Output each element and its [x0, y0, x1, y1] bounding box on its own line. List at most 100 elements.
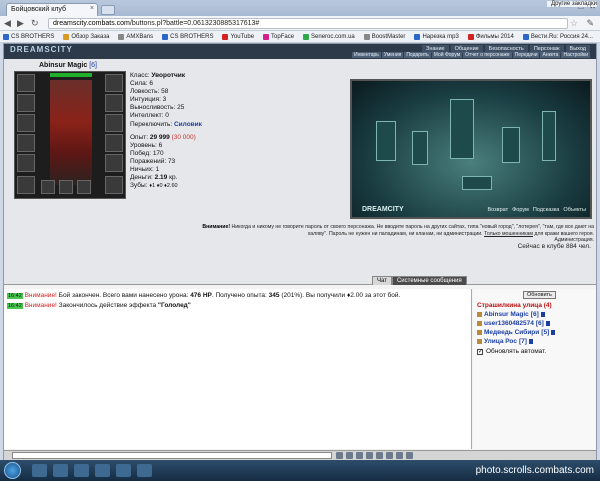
slot-belt[interactable] — [17, 154, 35, 172]
save-icon[interactable] — [366, 452, 373, 459]
tab-close-icon[interactable]: × — [90, 5, 94, 12]
city-scene[interactable]: DREAMCITY Возврат Форум Подсказка Объекты — [350, 79, 592, 219]
switch-class-link[interactable]: Силовик — [174, 121, 202, 128]
bookmark-item[interactable]: Фильмы 2014 — [467, 33, 514, 40]
clear-icon[interactable] — [356, 452, 363, 459]
sub-nav-item[interactable]: Передачи — [512, 52, 540, 58]
auto-refresh[interactable]: Обновлять автомат. — [477, 348, 592, 355]
slot-shield[interactable] — [105, 114, 123, 132]
send-icon[interactable] — [406, 452, 413, 459]
message-text-post: (201%). Вы получили ♦2.00 за этот бой. — [281, 292, 401, 299]
bookmark-item[interactable]: Обзор Заказа — [63, 33, 109, 40]
sub-nav-item[interactable]: Анкета — [540, 52, 561, 58]
private-message-icon[interactable] — [477, 330, 482, 335]
scene-link[interactable]: Возврат — [487, 207, 508, 213]
private-message-icon[interactable] — [477, 321, 482, 326]
location-title[interactable]: Страшилкина улица (4) — [477, 302, 592, 309]
user-name[interactable]: user1360482574 — [484, 320, 534, 327]
user-info-icon[interactable] — [528, 339, 533, 344]
sub-nav-item[interactable]: Настройки — [561, 52, 590, 58]
filter-icon[interactable] — [346, 452, 353, 459]
chrome-icon[interactable] — [137, 464, 152, 477]
browser-tab[interactable]: Бойцовский клуб × — [6, 3, 98, 16]
scene-links: Возврат Форум Подсказка Объекты — [487, 207, 586, 213]
refresh-chat-icon[interactable] — [396, 452, 403, 459]
bookmark-item[interactable]: BoostMaster — [363, 33, 405, 40]
speaker-icon[interactable] — [386, 452, 393, 459]
scene-building[interactable] — [542, 111, 556, 161]
refresh-button[interactable]: Обновить — [523, 291, 556, 299]
bookmark-item[interactable]: AMXBans — [118, 33, 153, 40]
other-bookmarks[interactable]: Другие закладки — [547, 1, 597, 7]
bookmark-item[interactable]: TopFace — [263, 33, 294, 40]
sub-nav-item[interactable]: Умения — [381, 52, 404, 58]
scene-link[interactable]: Форум — [512, 207, 529, 213]
sub-nav-item[interactable]: Мой Форум — [431, 52, 463, 58]
user-info-icon[interactable] — [545, 321, 550, 326]
chat-input[interactable] — [12, 452, 332, 459]
private-message-icon[interactable] — [477, 339, 482, 344]
bookmark-star-icon[interactable]: ☆ — [570, 18, 578, 29]
message-time: 16:42 — [7, 293, 23, 299]
scene-building[interactable] — [502, 127, 520, 163]
character-name-text: Abinsur Magic — [39, 62, 88, 69]
slot-amulet[interactable] — [17, 94, 35, 112]
smile-icon[interactable] — [336, 452, 343, 459]
back-icon[interactable]: ◀ — [4, 18, 11, 29]
sub-nav-item[interactable]: Отчет о персонаже — [463, 52, 512, 58]
tab-system-messages[interactable]: Системные сообщения — [391, 276, 467, 285]
scene-link[interactable]: Подсказка — [533, 207, 559, 213]
settings-wrench-icon[interactable]: ✎ — [586, 18, 594, 29]
slot-helmet[interactable] — [17, 74, 35, 92]
app-icon[interactable] — [95, 464, 110, 477]
address-bar[interactable]: dreamscity.combats.com/buttons.pl?battle… — [48, 18, 568, 29]
user-row[interactable]: Улица Рос [7] — [477, 338, 592, 345]
user-row[interactable]: user1360482574 [6] — [477, 320, 592, 327]
user-info-icon[interactable] — [551, 330, 556, 335]
user-row[interactable]: Abinsur Magic [6] — [477, 311, 592, 318]
app-icon[interactable] — [116, 464, 131, 477]
forward-icon[interactable]: ▶ — [17, 18, 24, 29]
slot-ring-1[interactable] — [17, 176, 35, 194]
auto-refresh-checkbox[interactable] — [477, 348, 483, 355]
bookmark-item[interactable]: Вести.Ru: Россия 24... — [522, 33, 593, 40]
bookmark-item[interactable]: YouTube — [222, 33, 254, 40]
ie-icon[interactable] — [32, 464, 47, 477]
slot-bracers[interactable] — [105, 134, 123, 152]
slot-armor[interactable] — [17, 134, 35, 152]
sub-nav-item[interactable]: Подарить — [404, 52, 431, 58]
slot-ring-4[interactable] — [77, 180, 91, 194]
user-name[interactable]: Улица Рос — [484, 338, 517, 345]
translit-icon[interactable] — [376, 452, 383, 459]
sub-nav-item[interactable]: Инвентарь — [351, 52, 381, 58]
user-name[interactable]: Медведь Сибири — [484, 329, 539, 336]
slot-weapon[interactable] — [17, 114, 35, 132]
private-message-icon[interactable] — [477, 312, 482, 317]
tab-chat[interactable]: Чат — [372, 276, 392, 285]
slot-gloves[interactable] — [105, 94, 123, 112]
bookmark-item[interactable]: Нарезка mp3 — [414, 33, 459, 40]
user-name[interactable]: Abinsur Magic — [484, 311, 529, 318]
scene-building[interactable] — [376, 121, 396, 161]
warning-link[interactable]: Только мошенникам — [484, 231, 533, 237]
slot-earrings[interactable] — [105, 74, 123, 92]
slot-ring-3[interactable] — [59, 180, 73, 194]
reload-icon[interactable]: ↻ — [31, 18, 39, 29]
slot-pants[interactable] — [105, 154, 123, 172]
user-info-icon[interactable] — [540, 312, 545, 317]
media-icon[interactable] — [74, 464, 89, 477]
scene-building[interactable] — [450, 99, 474, 159]
scene-building[interactable] — [412, 131, 428, 165]
stat-teeth: Зубы: ♦1 ♦0 ♦2.60 — [130, 182, 202, 190]
bookmark-item[interactable]: Seneroc.com.ua — [303, 33, 355, 40]
new-tab-button[interactable] — [101, 5, 115, 15]
explorer-icon[interactable] — [53, 464, 68, 477]
slot-ring-2[interactable] — [41, 180, 55, 194]
bookmark-item[interactable]: CS BROTHERS — [3, 33, 54, 40]
start-button[interactable] — [4, 462, 21, 479]
user-row[interactable]: Медведь Сибири [5] — [477, 329, 592, 336]
scene-link[interactable]: Объекты — [563, 207, 586, 213]
scene-building[interactable] — [462, 176, 492, 190]
slot-boots[interactable] — [105, 176, 123, 194]
bookmark-item[interactable]: CS BROTHERS — [162, 33, 213, 40]
